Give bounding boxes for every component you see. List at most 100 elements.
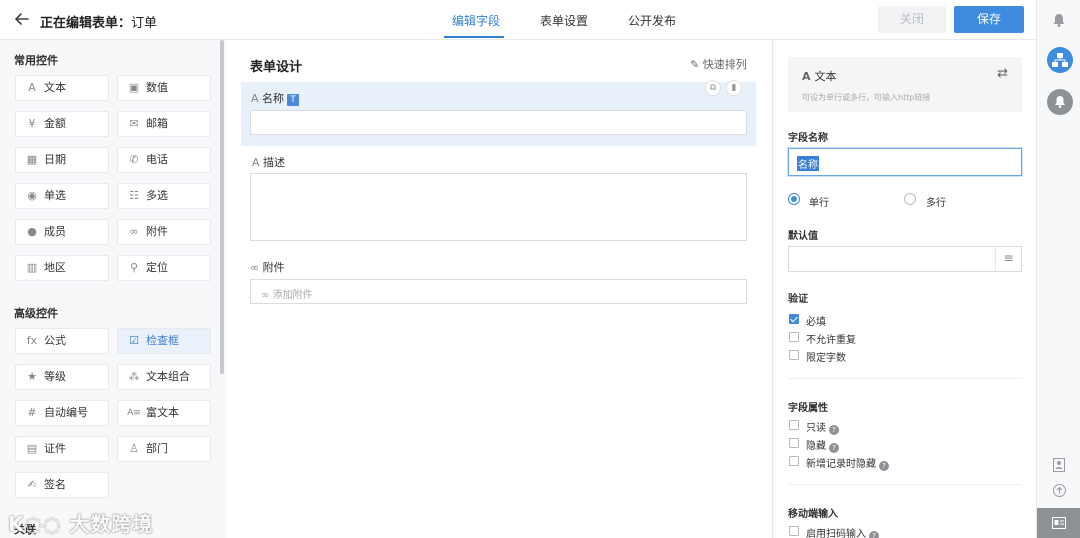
control-label: 邮箱 [146, 117, 168, 130]
bell-icon[interactable] [1052, 12, 1066, 28]
number-icon: ▣ [128, 81, 140, 94]
hidden-checkbox[interactable] [789, 438, 799, 448]
control-rating[interactable]: ★ 等级 [15, 364, 109, 390]
control-text-combo[interactable]: ⁂ 文本组合 [117, 364, 211, 390]
control-formula[interactable]: fx 公式 [15, 328, 109, 354]
no-duplicate-checkbox[interactable] [789, 332, 799, 342]
department-icon: ♙ [129, 442, 139, 455]
help-icon[interactable]: ? [869, 531, 879, 538]
form-name: 订单 [131, 16, 158, 31]
page-title: 正在编辑表单：订单 [40, 12, 157, 31]
upload-icon[interactable] [1053, 484, 1066, 497]
limit-length-checkbox[interactable] [789, 350, 799, 360]
single-line-radio[interactable] [788, 193, 800, 205]
control-label: 富文本 [146, 406, 179, 419]
copy-icon[interactable]: ⧉ [705, 80, 721, 96]
validation-label: 验证 [788, 294, 808, 305]
control-label: 部门 [146, 442, 168, 455]
control-attachment[interactable]: ∞ 附件 [117, 219, 211, 245]
no-duplicate-label: 不允许重复 [806, 335, 856, 346]
multi-line-label: 多行 [926, 198, 946, 209]
control-phone[interactable]: ✆ 电话 [117, 147, 211, 173]
phone-icon: ✆ [129, 153, 139, 166]
read-only-label: 只读? [806, 419, 839, 435]
default-value-input[interactable]: ≡ [788, 246, 1022, 272]
tab-edit-fields[interactable]: 编辑字段 [452, 12, 500, 29]
checklist-icon: ☷ [129, 189, 139, 202]
swap-type-icon[interactable]: ⇄ [997, 66, 1008, 81]
read-only-checkbox[interactable] [789, 420, 799, 430]
help-icon[interactable]: ? [829, 425, 839, 435]
form-design-title: 表单设计 [250, 60, 303, 75]
add-attachment-placeholder: ∞ 添加附件 [261, 286, 313, 301]
divider [788, 484, 1022, 485]
mail-icon: ✉ [129, 117, 139, 130]
control-label: 附件 [146, 225, 168, 238]
field-name-selected[interactable]: A 名称 T ⧉ ▮ [241, 80, 756, 146]
scan-input-checkbox[interactable] [789, 526, 799, 536]
field-name-input[interactable]: 名称 [788, 148, 1022, 176]
control-email[interactable]: ✉ 邮箱 [117, 111, 211, 137]
signature-icon: ✍ [27, 478, 37, 491]
back-arrow-icon[interactable] [12, 9, 32, 29]
control-single-select[interactable]: ◉ 单选 [15, 183, 109, 209]
paperclip-icon: ∞ [250, 261, 260, 274]
control-text[interactable]: A 文本 [15, 75, 109, 101]
save-button[interactable]: 保存 [954, 6, 1024, 33]
control-label: 签名 [44, 478, 66, 491]
magic-wand-icon: ✎ [690, 58, 703, 71]
calendar-icon: ▦ [26, 153, 38, 166]
watermark-text: 大数跨境 [69, 512, 154, 536]
control-label: 等级 [44, 370, 66, 383]
control-multi-select[interactable]: ☷ 多选 [117, 183, 211, 209]
text-badge-icon: T [287, 94, 300, 106]
field-name-input[interactable] [250, 110, 747, 135]
field-desc-textarea[interactable] [250, 173, 747, 241]
delete-icon[interactable]: ▮ [726, 80, 742, 96]
id-card-icon [1052, 517, 1066, 529]
org-chart-icon[interactable] [1047, 47, 1073, 73]
control-label: 多选 [146, 189, 168, 202]
right-tool-strip [1036, 0, 1080, 538]
notification-icon[interactable] [1047, 89, 1073, 115]
control-location[interactable]: ⚲ 定位 [117, 255, 211, 281]
control-date[interactable]: ▦ 日期 [15, 147, 109, 173]
help-icon[interactable]: ? [879, 461, 889, 471]
field-label-text: 附件 [262, 261, 285, 274]
field-name-value: 名称 [797, 156, 819, 171]
user-card-icon[interactable] [1053, 458, 1065, 472]
add-attachment-field[interactable]: ∞ 添加附件 [250, 279, 747, 304]
control-department[interactable]: ♙ 部门 [117, 436, 211, 462]
control-auto-number[interactable]: # 自动编号 [15, 400, 109, 426]
field-label-text: 名称 [262, 92, 285, 105]
tab-form-settings[interactable]: 表单设置 [540, 12, 588, 29]
paperclip-icon: ∞ [261, 290, 273, 301]
control-amount[interactable]: ¥ 金额 [15, 111, 109, 137]
checkbox-icon: ☑ [129, 334, 139, 347]
quick-sort-button[interactable]: ✎ 快速排列 [690, 56, 747, 72]
formula-editor-icon[interactable]: ≡ [995, 247, 1021, 271]
hide-on-create-checkbox[interactable] [789, 456, 799, 466]
control-label: 自动编号 [44, 406, 88, 419]
control-number[interactable]: ▣ 数值 [117, 75, 211, 101]
control-region[interactable]: ▥ 地区 [15, 255, 109, 281]
tab-public-publish[interactable]: 公开发布 [628, 12, 676, 29]
panel-toggle-button[interactable] [1037, 508, 1080, 538]
required-label: 必填 [806, 317, 826, 328]
left-scrollbar[interactable] [220, 40, 224, 374]
required-checkbox[interactable] [789, 314, 799, 324]
control-checkbox[interactable]: ☑ 检查框 [117, 328, 211, 354]
watermark-logo: K◌◌ 大数跨境 [8, 508, 153, 537]
control-member[interactable]: ● 成员 [15, 219, 109, 245]
field-label: A 名称 T [251, 90, 300, 106]
multi-line-radio[interactable] [904, 193, 916, 205]
help-icon[interactable]: ? [829, 443, 839, 453]
scan-input-label: 启用扫码输入? [806, 525, 879, 538]
quick-sort-label: 快速排列 [702, 58, 747, 71]
location-pin-icon: ⚲ [129, 261, 139, 274]
control-signature[interactable]: ✍ 签名 [15, 472, 109, 498]
close-button[interactable]: 关闭 [878, 6, 946, 33]
control-id-card[interactable]: ▤ 证件 [15, 436, 109, 462]
control-rich-text[interactable]: A≡ 富文本 [117, 400, 211, 426]
text-type-icon: A [252, 156, 260, 169]
